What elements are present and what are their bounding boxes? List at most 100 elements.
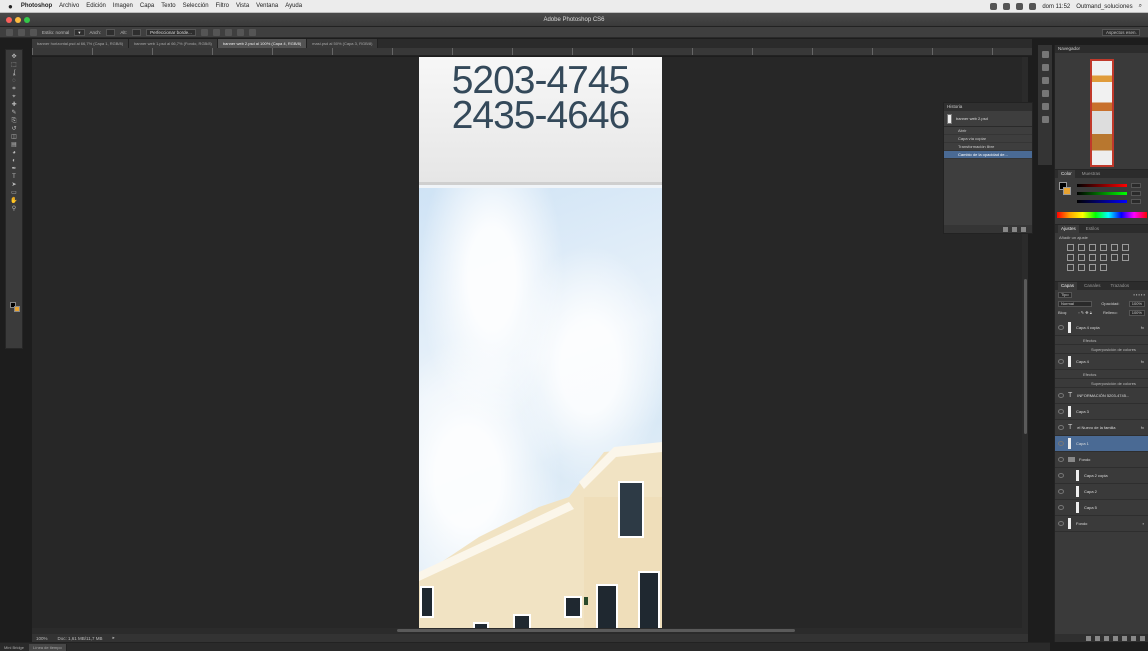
workspace-select[interactable]: Aspectos esen. xyxy=(1102,29,1140,36)
properties-panel-icon[interactable] xyxy=(1041,77,1049,84)
adjustment-icon[interactable] xyxy=(1122,244,1129,251)
layer-name[interactable]: Fondo xyxy=(1079,457,1090,462)
history-snapshot[interactable]: banner web 2.psd xyxy=(944,111,1032,127)
visibility-eye-icon[interactable] xyxy=(1058,441,1064,446)
visibility-eye-icon[interactable] xyxy=(1058,473,1064,478)
fx-badge-icon[interactable]: fx xyxy=(1141,359,1144,364)
status-arrow-icon[interactable]: ▸ xyxy=(112,635,114,641)
paragraph-panel-icon[interactable] xyxy=(1041,103,1049,110)
layer-row[interactable]: Capa 4 fx xyxy=(1055,354,1148,370)
blur-icon[interactable]: ◕ xyxy=(9,150,19,156)
adjustment-icon[interactable] xyxy=(1111,254,1118,261)
layer-name[interactable]: Capa 4 copia xyxy=(1076,325,1100,330)
history-state[interactable]: Transformación libre xyxy=(944,143,1032,151)
layer-row[interactable]: Capa 2 copia xyxy=(1055,468,1148,484)
horizontal-scroll-thumb[interactable] xyxy=(397,629,795,632)
red-value[interactable] xyxy=(1131,183,1141,188)
adjustment-icon[interactable] xyxy=(1089,244,1096,251)
history-panel-title[interactable]: Historia xyxy=(944,103,1032,111)
history-state[interactable]: Cambio de la opacidad de... xyxy=(944,151,1032,159)
adjustment-icon[interactable] xyxy=(1089,254,1096,261)
layer-name[interactable]: Fondo xyxy=(1076,521,1087,526)
opacity-field[interactable]: 100% xyxy=(1128,301,1145,307)
menu-imagen[interactable]: Imagen xyxy=(113,3,133,9)
zoom-window-button[interactable] xyxy=(24,17,30,23)
history-brush-icon[interactable]: ↺ xyxy=(9,126,19,132)
layer-name[interactable]: Capa 2 xyxy=(1084,489,1097,494)
timeline-tab[interactable]: Línea de tiempo xyxy=(29,643,67,651)
layer-filter-select[interactable]: Tipo xyxy=(1058,292,1072,298)
layer-row[interactable]: Capa 5 xyxy=(1055,500,1148,516)
width-field[interactable] xyxy=(106,28,116,36)
background-color-swatch[interactable] xyxy=(1063,187,1071,195)
new-layer-icon[interactable] xyxy=(1131,635,1136,641)
canvas-area[interactable]: 5203-4745 2435-4646 xyxy=(32,57,1028,634)
height-field[interactable] xyxy=(131,28,142,36)
tab-adjustments[interactable]: Ajustes xyxy=(1058,225,1079,233)
visibility-eye-icon[interactable] xyxy=(1058,457,1064,462)
layer-row[interactable]: Capa 1 xyxy=(1055,436,1148,452)
trash-icon[interactable] xyxy=(1140,635,1145,641)
doc-info[interactable]: Doc: 1,61 MB/11,7 MB xyxy=(58,636,103,641)
layer-name[interactable]: el Nuevo de la familia xyxy=(1077,425,1115,430)
clock[interactable]: dom 11:52 xyxy=(1042,4,1070,10)
mini-bridge-tab[interactable]: Mini Bridge xyxy=(4,645,24,650)
style-select[interactable]: ▾ xyxy=(74,28,85,36)
type-icon[interactable]: T xyxy=(9,174,19,180)
blue-value[interactable] xyxy=(1131,199,1141,204)
actions-panel-icon[interactable] xyxy=(1041,64,1049,71)
vertical-scroll-thumb[interactable] xyxy=(1024,279,1027,434)
volume-icon[interactable] xyxy=(1029,3,1037,10)
bluetooth-icon[interactable] xyxy=(1003,3,1011,10)
visibility-eye-icon[interactable] xyxy=(1058,521,1064,526)
pen-icon[interactable]: ✒ xyxy=(9,166,19,172)
history-panel-icon[interactable] xyxy=(1041,51,1049,58)
new-group-icon[interactable] xyxy=(1122,635,1127,641)
visibility-eye-icon[interactable] xyxy=(1058,409,1064,414)
adjustment-icon[interactable] xyxy=(1067,244,1074,251)
zoom-level[interactable]: 100% xyxy=(36,636,48,641)
layer-name[interactable]: Capa 4 xyxy=(1076,359,1089,364)
document-tab[interactable]: masi.psd al 50% (Capa 3, RGB/8) xyxy=(307,39,379,48)
menu-capa[interactable]: Capa xyxy=(140,3,154,9)
layer-name[interactable]: Capa 5 xyxy=(1084,505,1097,510)
visibility-eye-icon[interactable] xyxy=(1058,325,1064,330)
history-state[interactable]: Capa vía copiar xyxy=(944,135,1032,143)
blend-mode-select[interactable]: Normal xyxy=(1058,301,1092,307)
move-icon[interactable]: ✥ xyxy=(9,54,19,60)
navigator-thumbnail[interactable] xyxy=(1089,59,1114,167)
align-icon[interactable] xyxy=(224,28,232,36)
layer-name[interactable]: INFORMACIÓN 5203-4745... xyxy=(1077,393,1129,398)
menu-ventana[interactable]: Ventana xyxy=(256,3,278,9)
blue-slider[interactable] xyxy=(1077,200,1127,203)
tab-swatches[interactable]: Muestras xyxy=(1079,170,1104,178)
fill-field[interactable]: 100% xyxy=(1128,310,1145,316)
document-tab[interactable]: banner web 1.psd al 66,7% (Fondo, RGB/8) xyxy=(129,39,218,48)
layer-name[interactable]: Capa 3 xyxy=(1076,409,1089,414)
visibility-eye-icon[interactable] xyxy=(1058,505,1064,510)
green-value[interactable] xyxy=(1131,191,1141,196)
menu-vista[interactable]: Vista xyxy=(236,3,249,9)
layer-row[interactable]: Tel Nuevo de la familia fx xyxy=(1055,420,1148,436)
crop-icon[interactable]: ⌗ xyxy=(9,86,19,92)
zoom-icon[interactable]: ⚲ xyxy=(9,206,19,212)
menu-photoshop[interactable]: Photoshop xyxy=(21,3,52,9)
layer-row[interactable]: Capa 3 xyxy=(1055,404,1148,420)
layer-name[interactable]: Capa 2 copia xyxy=(1084,473,1108,478)
layer-row[interactable]: Capa 2 xyxy=(1055,484,1148,500)
layer-effect[interactable]: Superposición de colores xyxy=(1055,345,1148,354)
camera-icon[interactable] xyxy=(1012,226,1017,232)
user-name[interactable]: Outmand_soluciones xyxy=(1076,4,1132,10)
align-icon[interactable] xyxy=(212,28,220,36)
document-tab[interactable]: banner horizontal.psd al 66,7% (Capa 1, … xyxy=(32,39,130,48)
green-slider[interactable] xyxy=(1077,192,1127,195)
red-slider[interactable] xyxy=(1077,184,1127,187)
marquee-icon[interactable]: ⬚ xyxy=(9,62,19,68)
menu-ayuda[interactable]: Ayuda xyxy=(285,3,302,9)
color-spectrum[interactable] xyxy=(1057,212,1147,218)
menu-filtro[interactable]: Filtro xyxy=(216,3,229,9)
menu-archivo[interactable]: Archivo xyxy=(59,3,79,9)
brush-icon[interactable]: ✎ xyxy=(9,110,19,116)
tab-styles[interactable]: Estilos xyxy=(1083,225,1102,233)
tab-channels[interactable]: Canales xyxy=(1081,282,1104,290)
